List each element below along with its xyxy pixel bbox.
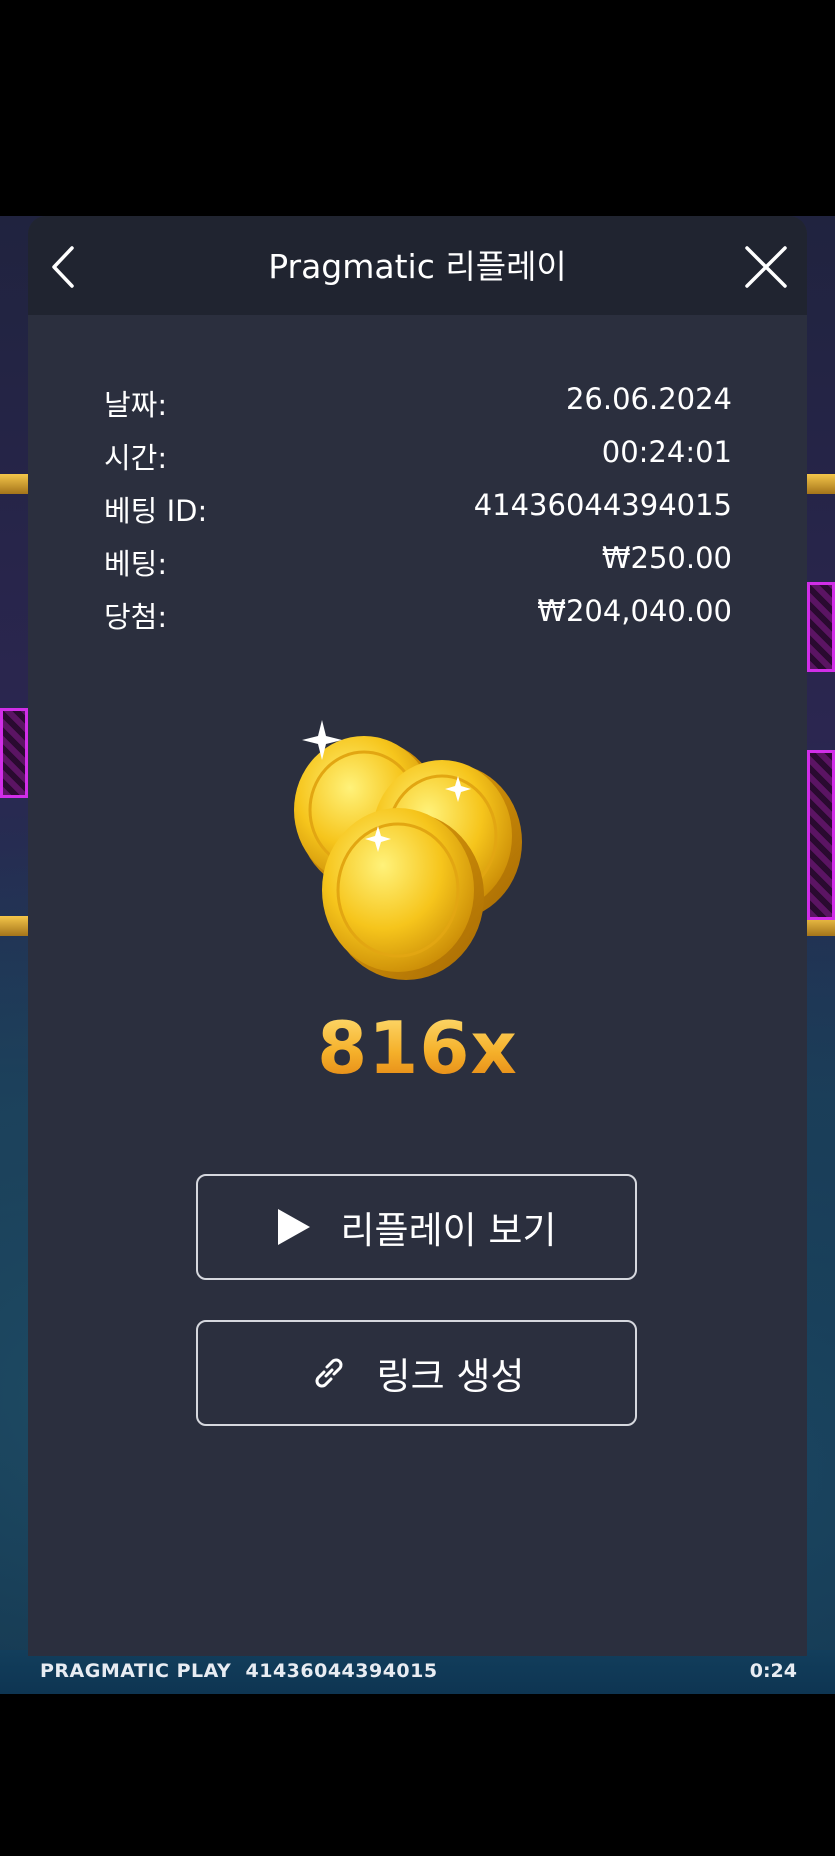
- info-value: 00:24:01: [601, 435, 732, 469]
- gold-coins-icon: [278, 706, 578, 1006]
- view-replay-label: 리플레이 보기: [340, 1209, 557, 1252]
- info-label: 시간:: [104, 441, 168, 475]
- screen: PRAGMATIC PLAY 41436044394015 0:24 Pragm…: [0, 0, 835, 1856]
- close-icon: [745, 246, 787, 288]
- gold-strip: [0, 916, 28, 936]
- info-row-bet: 베팅: ₩250.00: [104, 541, 732, 594]
- info-label: 당첨:: [104, 600, 168, 634]
- modal-title: Pragmatic 리플레이: [268, 247, 567, 286]
- info-row-time: 시간: 00:24:01: [104, 435, 732, 488]
- link-icon: [309, 1353, 349, 1393]
- info-row-bet-id: 베팅 ID: 41436044394015: [104, 488, 732, 541]
- info-value: ₩250.00: [601, 541, 732, 575]
- info-value: ₩204,040.00: [537, 594, 732, 628]
- side-decoration: [807, 750, 835, 920]
- view-replay-button[interactable]: 리플레이 보기: [196, 1174, 637, 1280]
- info-value: 41436044394015: [473, 488, 732, 522]
- info-row-date: 날짜: 26.06.2024: [104, 382, 732, 435]
- modal-header: Pragmatic 리플레이: [28, 216, 807, 315]
- info-label: 날짜:: [104, 388, 168, 422]
- info-row-win: 당첨: ₩204,040.00: [104, 594, 732, 647]
- bet-info: 날짜: 26.06.2024 시간: 00:24:01 베팅 ID: 41436…: [104, 382, 732, 647]
- create-link-label: 링크 생성: [376, 1355, 525, 1398]
- close-button[interactable]: [741, 242, 791, 292]
- create-link-button[interactable]: 링크 생성: [196, 1320, 637, 1426]
- replay-modal: Pragmatic 리플레이 날짜: 26.06.2024 시간: 00:24:…: [28, 216, 807, 1656]
- game-footer: PRAGMATIC PLAY 41436044394015 0:24: [0, 1650, 835, 1694]
- side-decoration: [807, 582, 835, 672]
- info-label: 베팅 ID:: [104, 494, 208, 528]
- side-decoration: [0, 708, 28, 798]
- game-footer-time: 0:24: [749, 1660, 797, 1682]
- gold-strip: [807, 474, 835, 494]
- info-value: 26.06.2024: [565, 382, 732, 416]
- win-multiplier: 816x: [28, 1006, 807, 1090]
- gold-strip: [0, 474, 28, 494]
- play-icon: [276, 1207, 312, 1247]
- game-footer-brand: PRAGMATIC PLAY 41436044394015: [40, 1660, 438, 1682]
- info-label: 베팅:: [104, 547, 168, 581]
